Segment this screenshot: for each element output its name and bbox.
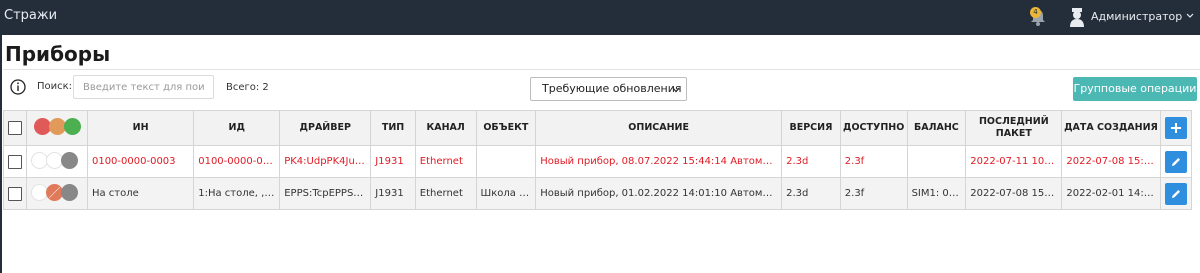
total-count: Всего: 2 — [226, 82, 269, 93]
cell-available: 2.3f — [839, 145, 908, 178]
cell-driver: EPPS:TcpEPPS, C... — [279, 177, 372, 210]
row-status-cell — [26, 177, 88, 210]
cell-type: J1931 — [370, 177, 416, 210]
column-header-type[interactable]: ТИП — [370, 110, 416, 146]
row-select-cell — [2, 177, 28, 210]
user-name[interactable]: Администратор — [1091, 10, 1182, 23]
row-status-dots — [31, 183, 79, 203]
column-header-channel[interactable]: КАНАЛ — [414, 110, 477, 146]
cell-channel: Ethernet — [414, 145, 477, 178]
cell-in[interactable]: На столе — [86, 177, 195, 210]
pencil-icon — [1171, 189, 1180, 198]
filter-selected-value: Требующие обновления — [542, 82, 682, 95]
status-legend — [33, 117, 81, 137]
table-row[interactable]: 0100-0000-0003 0100-0000-0003 PK4:UdpPK4… — [2, 145, 1193, 178]
cell-driver: PK4:UdpPK4Jupiter — [279, 145, 372, 178]
cell-in[interactable]: 0100-0000-0003 — [86, 145, 195, 178]
cell-last-packet: 2022-07-08 15:52:10 — [965, 177, 1063, 210]
cell-balance — [906, 145, 967, 178]
cell-created: 2022-02-01 14:01:10 — [1061, 177, 1161, 210]
cell-channel: Ethernet — [414, 177, 477, 210]
column-header-balance[interactable]: БАЛАНС — [906, 110, 967, 146]
cell-balance: SIM1: 0, ... — [906, 177, 967, 210]
plus-icon — [1170, 123, 1181, 133]
row-status-cell — [26, 145, 88, 178]
row-select-cell — [2, 145, 28, 178]
select-all-checkbox[interactable] — [8, 121, 23, 135]
app-title[interactable]: Стражи — [4, 8, 57, 23]
cell-created: 2022-07-08 15:44:14 — [1061, 145, 1161, 178]
status-dot — [61, 184, 79, 202]
table-header-row: ИН ИД ДРАЙВЕР ТИП КАНАЛ ОБЪЕКТ ОПИСАНИЕ … — [2, 110, 1193, 146]
pencil-icon — [1171, 157, 1180, 166]
group-operations-button[interactable]: Групповые операции — [1073, 77, 1197, 101]
column-header-version[interactable]: ВЕРСИЯ — [781, 110, 841, 146]
chevron-down-icon — [672, 87, 680, 93]
cell-object: Школа 3... — [475, 177, 537, 210]
column-header-available[interactable]: ДОСТУПНО — [839, 110, 908, 146]
row-status-dots — [31, 151, 79, 171]
add-cell — [1159, 110, 1193, 146]
column-header-id[interactable]: ИД — [193, 110, 281, 146]
status-dot — [61, 152, 79, 170]
cell-version: 2.3d — [781, 145, 841, 178]
top-bar: Стражи 4 Администратор — [0, 0, 1200, 35]
cell-description: Новый прибор, 08.07.2022 15:44:14 Автома… — [535, 145, 783, 178]
column-header-object[interactable]: ОБЪЕКТ — [475, 110, 537, 146]
cell-last-packet: 2022-07-11 10:31:15 — [965, 145, 1063, 178]
column-header-driver[interactable]: ДРАЙВЕР — [279, 110, 372, 146]
row-edit-cell — [1159, 177, 1193, 210]
notification-badge[interactable]: 4 — [1030, 7, 1041, 18]
devices-table: ИН ИД ДРАЙВЕР ТИП КАНАЛ ОБЪЕКТ ОПИСАНИЕ … — [2, 110, 1193, 210]
cell-object — [475, 145, 537, 178]
column-header-last-packet[interactable]: ПОСЛЕДНИЙ ПАКЕТ — [965, 110, 1063, 146]
user-avatar-icon[interactable] — [1069, 7, 1085, 27]
cell-id: 0100-0000-0003 — [193, 145, 281, 178]
status-dot-green[interactable] — [63, 118, 81, 136]
page-title: Приборы — [5, 42, 111, 66]
sidebar-edge — [0, 35, 2, 273]
row-edit-cell — [1159, 145, 1193, 178]
search-input[interactable] — [73, 75, 214, 99]
filter-select[interactable]: Требующие обновления — [530, 77, 687, 101]
cell-version: 2.3d — [781, 177, 841, 210]
info-icon[interactable] — [10, 79, 26, 95]
table-row[interactable]: На столе 1:На столе, , F... EPPS:TcpEPPS… — [2, 177, 1193, 210]
add-device-button[interactable] — [1164, 117, 1187, 139]
row-checkbox[interactable] — [8, 154, 23, 169]
status-header-cell — [26, 110, 88, 146]
column-header-created[interactable]: ДАТА СОЗДАНИЯ — [1061, 110, 1161, 146]
column-header-in[interactable]: ИН — [86, 110, 195, 146]
edit-button[interactable] — [1164, 182, 1187, 205]
cell-id: 1:На столе, , F... — [193, 177, 281, 210]
cell-description: Новый прибор, 01.02.2022 14:01:10 Автома… — [535, 177, 783, 210]
divider — [3, 69, 1200, 70]
column-header-description[interactable]: ОПИСАНИЕ — [535, 110, 783, 146]
row-checkbox[interactable] — [8, 186, 23, 201]
search-label: Поиск: — [37, 81, 73, 92]
cell-available: 2.3f — [839, 177, 908, 210]
edit-button[interactable] — [1164, 150, 1187, 173]
select-all-cell — [2, 110, 28, 146]
cell-type: J1931 — [370, 145, 416, 178]
chevron-down-icon[interactable] — [1186, 12, 1194, 20]
